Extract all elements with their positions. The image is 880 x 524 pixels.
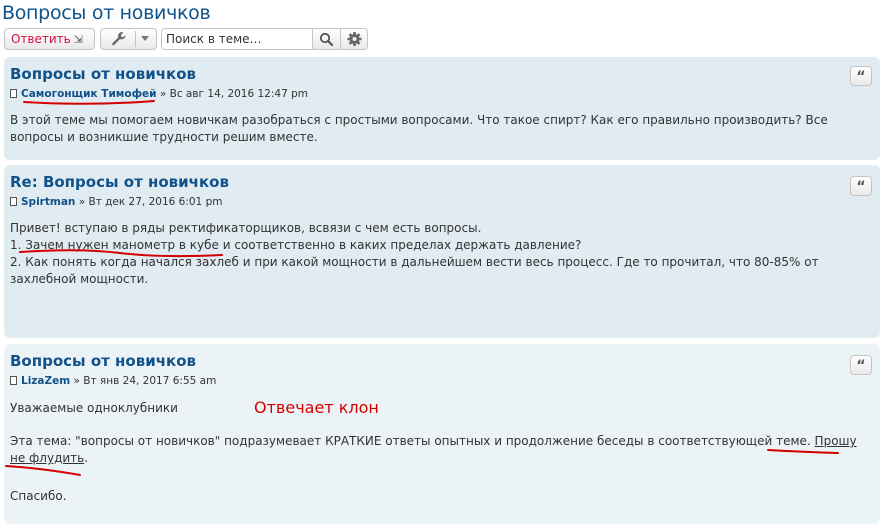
quote-icon: “ bbox=[856, 69, 866, 85]
post-date: » Вт янв 24, 2017 6:55 am bbox=[73, 375, 217, 387]
post-icon[interactable] bbox=[10, 197, 17, 206]
topic-search bbox=[161, 28, 368, 50]
clone-annotation: Отвечает клон bbox=[254, 398, 379, 417]
topic-title[interactable]: Вопросы от новичков bbox=[2, 2, 211, 24]
post: Вопросы от новичков “ Самогонщик Тимофей… bbox=[4, 57, 880, 160]
reply-label: Ответить bbox=[11, 32, 71, 46]
gear-icon bbox=[347, 32, 362, 46]
post-author[interactable]: LizaZem bbox=[21, 375, 70, 387]
post-paragraph-end: . bbox=[84, 451, 89, 465]
post-paragraph: Эта тема: "вопросы от новичков" подразум… bbox=[10, 433, 865, 467]
advanced-search-button[interactable] bbox=[340, 29, 367, 49]
post-greeting: Уважаемые одноклубники bbox=[10, 401, 178, 415]
post-date: » Вт дек 27, 2016 6:01 pm bbox=[78, 196, 223, 208]
wrench-icon bbox=[112, 32, 126, 46]
post-meta: LizaZem » Вт янв 24, 2017 6:55 am bbox=[10, 375, 216, 387]
post-author[interactable]: Самогонщик Тимофей bbox=[21, 88, 157, 100]
post-thanks: Спасибо. bbox=[10, 489, 67, 503]
post-icon[interactable] bbox=[10, 89, 17, 98]
topic-tools-button[interactable] bbox=[100, 28, 157, 50]
quote-button[interactable]: “ bbox=[850, 66, 872, 86]
quote-icon: “ bbox=[856, 358, 866, 374]
post-date: » Вс авг 14, 2016 12:47 pm bbox=[159, 88, 308, 100]
post-line: 2. Как понять когда начался захлеб и при… bbox=[10, 255, 819, 286]
search-button[interactable] bbox=[312, 29, 340, 49]
quote-button[interactable]: “ bbox=[850, 355, 872, 375]
toolbar-separator bbox=[135, 31, 136, 47]
reply-button[interactable]: Ответить ⇲ bbox=[4, 28, 95, 50]
post: Вопросы от новичков “ LizaZem » Вт янв 2… bbox=[4, 344, 880, 524]
quote-icon: “ bbox=[856, 179, 866, 195]
post-meta: Spirtman » Вт дек 27, 2016 6:01 pm bbox=[10, 196, 222, 208]
post-paragraph-text: Эта тема: "вопросы от новичков" подразум… bbox=[10, 434, 815, 448]
quote-button[interactable]: “ bbox=[850, 176, 872, 196]
post-title[interactable]: Вопросы от новичков bbox=[10, 352, 196, 370]
post-title[interactable]: Re: Вопросы от новичков bbox=[10, 173, 229, 191]
search-input[interactable] bbox=[162, 29, 320, 49]
post-icon[interactable] bbox=[10, 376, 17, 385]
post-line: 1. Зачем нужен манометр в кубе и соответ… bbox=[10, 238, 582, 252]
reply-arrow-icon: ⇲ bbox=[73, 33, 83, 46]
post-body: В этой теме мы помогаем новичкам разобра… bbox=[10, 113, 828, 144]
post-line: Привет! вступаю в ряды ректификаторщиков… bbox=[10, 221, 482, 235]
post-body: Привет! вступаю в ряды ректификаторщиков… bbox=[10, 220, 865, 288]
post-title[interactable]: Вопросы от новичков bbox=[10, 65, 196, 83]
search-icon bbox=[319, 32, 334, 47]
post-meta: Самогонщик Тимофей » Вс авг 14, 2016 12:… bbox=[10, 88, 308, 100]
chevron-down-icon bbox=[141, 36, 149, 41]
post: Re: Вопросы от новичков “ Spirtman » Вт … bbox=[4, 165, 880, 338]
post-author[interactable]: Spirtman bbox=[21, 196, 75, 208]
